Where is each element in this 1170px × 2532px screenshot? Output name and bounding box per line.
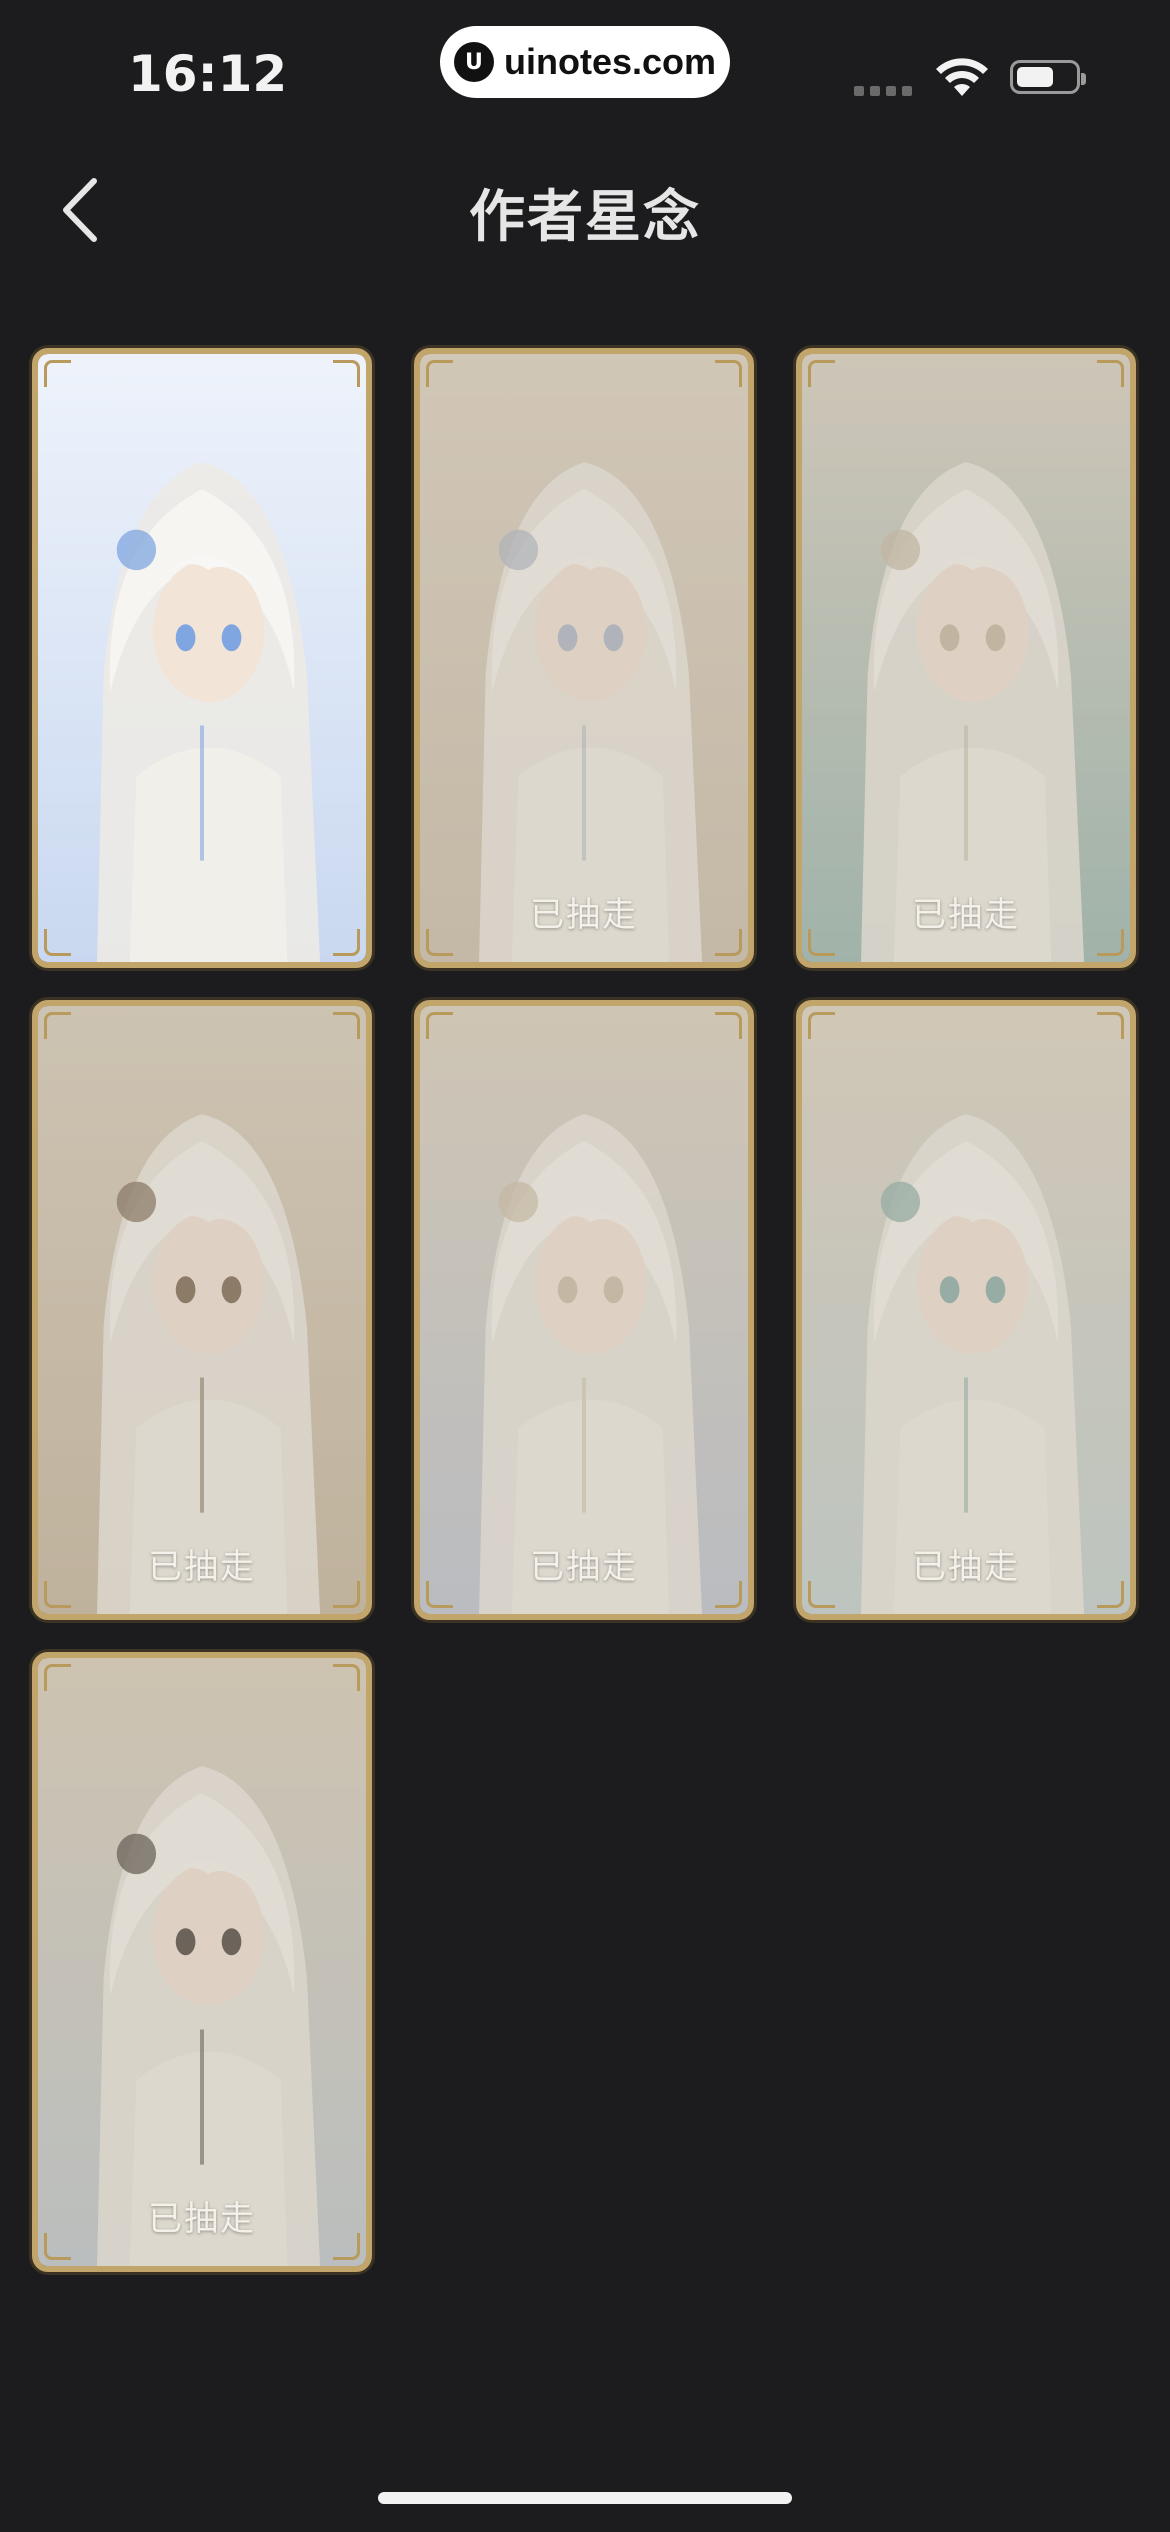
character-card[interactable]: 已抽走 <box>796 1000 1136 1620</box>
wifi-icon <box>934 56 990 102</box>
card-status-label: 已抽走 <box>530 1547 638 1587</box>
character-card[interactable]: 已抽走 <box>32 1652 372 2272</box>
frame-corner-ornament <box>44 360 71 387</box>
logo-letter: U <box>465 49 483 75</box>
taken-overlay <box>38 1006 366 1614</box>
frame-corner-ornament <box>715 1012 742 1039</box>
taken-overlay <box>420 1006 748 1614</box>
frame-corner-ornament <box>808 1012 835 1039</box>
taken-overlay <box>420 354 748 962</box>
taken-overlay <box>802 354 1130 962</box>
status-time: 16:12 <box>128 45 288 103</box>
frame-corner-ornament <box>715 360 742 387</box>
battery-icon <box>1010 60 1086 94</box>
taken-overlay <box>38 1658 366 2266</box>
card-status-label: 已抽走 <box>530 895 638 935</box>
frame-corner-ornament <box>426 1012 453 1039</box>
frame-corner-ornament <box>44 1012 71 1039</box>
frame-corner-ornament <box>333 1012 360 1039</box>
character-card[interactable] <box>32 348 372 968</box>
home-indicator <box>378 2492 792 2504</box>
frame-corner-ornament <box>44 929 71 956</box>
site-badge-text: uinotes.com <box>503 41 717 82</box>
frame-corner-ornament <box>808 360 835 387</box>
card-status-label: 已抽走 <box>148 1547 256 1587</box>
character-card[interactable]: 已抽走 <box>414 348 754 968</box>
page-title: 作者星念 <box>469 185 701 250</box>
taken-overlay <box>802 1006 1130 1614</box>
character-card[interactable]: 已抽走 <box>32 1000 372 1620</box>
character-card[interactable]: 已抽走 <box>414 1000 754 1620</box>
frame-corner-ornament <box>333 929 360 956</box>
site-badge: U uinotes.com <box>440 26 730 98</box>
frame-corner-ornament <box>1097 360 1124 387</box>
card-grid: 已抽走 已抽走 已抽走 已抽走 已抽走 已抽走 <box>32 348 1138 2272</box>
character-art <box>38 354 366 962</box>
card-status-label: 已抽走 <box>912 1547 1020 1587</box>
card-status-label: 已抽走 <box>148 2199 256 2239</box>
uinotes-logo-icon: U <box>453 42 494 82</box>
frame-corner-ornament <box>426 360 453 387</box>
frame-corner-ornament <box>333 360 360 387</box>
frame-corner-ornament <box>1097 1012 1124 1039</box>
card-status-label: 已抽走 <box>912 895 1020 935</box>
cellular-signal-icon <box>854 86 912 96</box>
frame-corner-ornament <box>44 1664 71 1691</box>
status-bar: 16:12 U uinotes.com <box>0 0 1170 150</box>
navigation-bar: 作者星念 <box>0 150 1170 270</box>
frame-corner-ornament <box>333 1664 360 1691</box>
character-card[interactable]: 已抽走 <box>796 348 1136 968</box>
